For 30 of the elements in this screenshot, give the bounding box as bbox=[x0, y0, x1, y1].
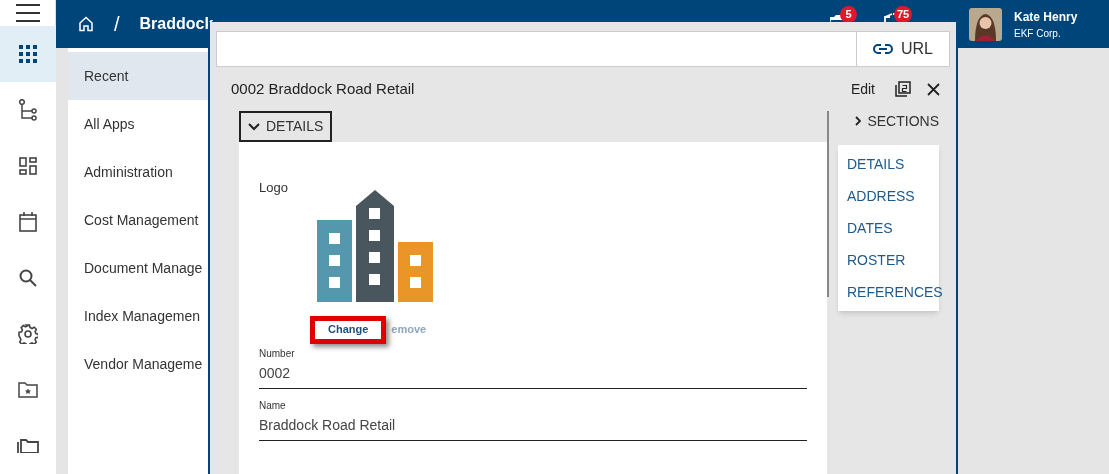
menu-item[interactable]: Recent bbox=[68, 52, 208, 100]
logo-action-button[interactable]: Change bbox=[310, 315, 387, 344]
home-icon[interactable] bbox=[78, 16, 94, 32]
sections-toggle[interactable]: SECTIONS bbox=[855, 109, 939, 133]
section-link[interactable]: ROSTER bbox=[838, 244, 939, 276]
section-link[interactable]: ADDRESS bbox=[838, 180, 939, 212]
arrow-icon[interactable] bbox=[883, 12, 897, 24]
menu-item[interactable]: Administration bbox=[68, 148, 208, 196]
user-avatar[interactable] bbox=[969, 7, 1002, 41]
edit-button[interactable]: Edit bbox=[850, 78, 875, 100]
section-link[interactable]: DATES bbox=[838, 212, 939, 244]
menu-item[interactable]: Vendor Manageme bbox=[68, 340, 208, 388]
menu-item[interactable]: Document Manage bbox=[68, 244, 208, 292]
field-label: Logo bbox=[259, 179, 289, 197]
copy-icon[interactable] bbox=[895, 81, 911, 97]
breadcrumb-separator: / bbox=[114, 12, 120, 37]
text-field[interactable]: Name Braddock Road Retail bbox=[259, 397, 807, 441]
section-toggle[interactable]: DETAILS bbox=[239, 111, 333, 142]
user-company: EKF Corp. bbox=[1014, 26, 1062, 41]
menu-item[interactable]: Cost Management bbox=[68, 196, 208, 244]
text-field[interactable]: Number 0002 bbox=[259, 345, 807, 389]
menu-item[interactable]: Index Managemen bbox=[68, 292, 208, 340]
dialog-title: 0002 Braddock Road Retail bbox=[231, 78, 416, 99]
chevron-right-icon bbox=[855, 116, 862, 126]
user-name: Kate Henry bbox=[1014, 8, 1078, 26]
apps-grid-icon[interactable] bbox=[0, 26, 56, 82]
chevron-down-icon bbox=[248, 122, 260, 131]
menu-item[interactable]: All Apps bbox=[68, 100, 208, 148]
close-icon[interactable] bbox=[927, 82, 940, 96]
section-link[interactable]: DETAILS bbox=[838, 148, 939, 180]
